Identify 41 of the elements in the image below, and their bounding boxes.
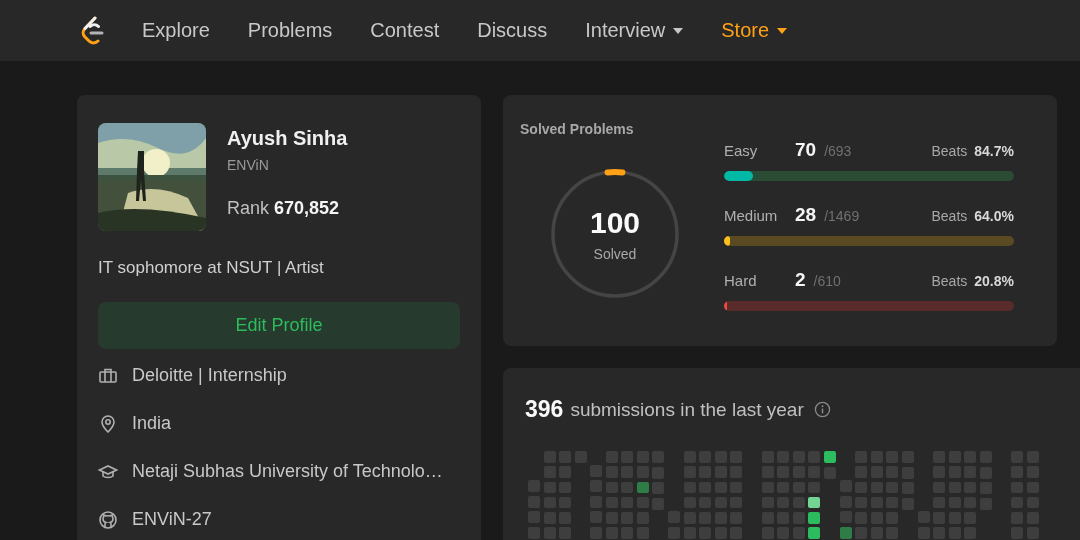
submission-count: 396 xyxy=(525,396,564,423)
beats-label: Beats xyxy=(931,143,968,159)
username: ENViN xyxy=(227,157,270,173)
submissions-text: submissions in the last year xyxy=(570,398,804,421)
beats-label: Beats xyxy=(931,273,968,289)
edit-profile-button[interactable]: Edit Profile xyxy=(98,302,460,349)
detail-text: Deloitte | Internship xyxy=(132,365,287,386)
solved-number: 2 xyxy=(795,269,806,291)
detail-text: Netaji Subhas University of Technolo… xyxy=(132,461,443,482)
nav-link[interactable]: Discuss xyxy=(477,19,548,42)
info-icon[interactable] xyxy=(813,401,831,418)
logo-icon[interactable] xyxy=(80,15,106,46)
difficulty-label: Hard xyxy=(724,272,758,289)
location-icon xyxy=(98,413,118,434)
detail-text: India xyxy=(132,413,172,434)
cat-icon xyxy=(98,509,118,530)
nav-link[interactable]: Interview xyxy=(585,19,684,42)
nav-link[interactable]: Store xyxy=(721,19,788,42)
caret-icon xyxy=(673,27,684,34)
solved-count: 100 xyxy=(589,206,641,240)
total-number: /693 xyxy=(824,143,852,159)
beats-value: 84.7% xyxy=(974,143,1014,159)
total-number: /610 xyxy=(813,273,841,289)
solved-label: Solved xyxy=(593,246,637,262)
beats-value: 64.0% xyxy=(974,208,1014,224)
nav-link[interactable]: Explore xyxy=(142,19,210,42)
difficulty-label: Easy xyxy=(724,142,759,159)
beats-label: Beats xyxy=(931,208,968,224)
nav-link[interactable]: Contest xyxy=(370,19,440,42)
difficulty-label: Medium xyxy=(724,207,779,224)
detail-text: ENViN-27 xyxy=(132,509,212,530)
card-title: Solved Problems xyxy=(520,121,635,137)
caret-icon xyxy=(777,27,788,34)
total-number: /1469 xyxy=(824,208,860,224)
user-name: Ayush Sinha xyxy=(227,127,348,150)
beats-value: 20.8% xyxy=(974,273,1014,289)
rank-text: Rank 670,852 xyxy=(227,198,341,219)
solved-number: 28 xyxy=(795,204,817,226)
solved-number: 70 xyxy=(795,139,817,161)
nav-link[interactable]: Problems xyxy=(247,19,333,42)
bio-text: IT sophomore at NSUT | Artist xyxy=(98,258,325,278)
